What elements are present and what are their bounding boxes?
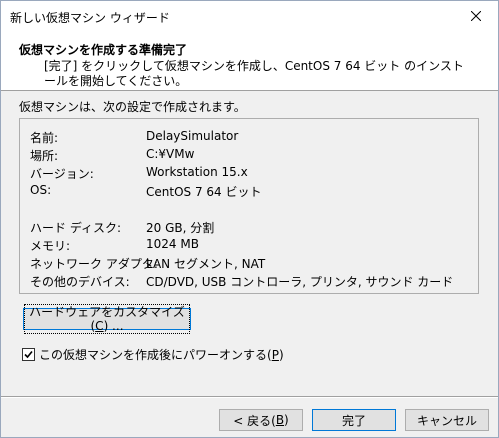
- finish-button[interactable]: 完了: [312, 409, 396, 431]
- summary-value-name: DelaySimulator: [146, 129, 239, 143]
- wizard-window: 新しい仮想マシン ウィザード 仮想マシンを作成する準備完了 [完了] をクリック…: [0, 0, 499, 438]
- summary-value-devices: CD/DVD, USB コントローラ, プリンタ, サウンド カード: [146, 275, 454, 289]
- summary-label: 仮想マシンは、次の設定で作成されます。: [19, 100, 246, 114]
- summary-value-network: LAN セグメント, NAT: [146, 257, 266, 271]
- window-title: 新しい仮想マシン ウィザード: [10, 11, 170, 25]
- summary-box: 名前: DelaySimulator 場所: C:¥VMw バージョン: Wor…: [19, 118, 479, 294]
- summary-key-name: 名前:: [30, 131, 59, 145]
- summary-key-network: ネットワーク アダプタ:: [30, 257, 158, 271]
- summary-key-memory: メモリ:: [30, 239, 71, 253]
- customize-label-suffix: ) ...: [103, 319, 124, 333]
- back-label-suffix: ): [284, 413, 289, 427]
- back-button[interactable]: < 戻る(B): [219, 409, 303, 431]
- cancel-label: キャンセル: [416, 413, 477, 428]
- power-on-accel: P: [271, 348, 279, 362]
- customize-hardware-button[interactable]: ハードウェアをカスタマイズ(C) ...: [23, 304, 191, 334]
- back-label-prefix: < 戻る(: [233, 413, 276, 428]
- summary-value-os: CentOS 7 64 ビット: [146, 185, 262, 199]
- power-on-label: この仮想マシンを作成後にパワーオンする(P): [39, 346, 284, 363]
- title-bar: 新しい仮想マシン ウィザード: [1, 1, 498, 31]
- summary-value-memory: 1024 MB: [146, 237, 199, 251]
- cancel-button[interactable]: キャンセル: [405, 409, 489, 431]
- close-icon[interactable]: [454, 1, 498, 31]
- power-on-checkbox[interactable]: [22, 348, 35, 361]
- back-accel: B: [275, 413, 285, 427]
- finish-label: 完了: [341, 413, 366, 428]
- customize-accel: C: [95, 319, 104, 333]
- summary-value-location: C:¥VMw: [146, 147, 195, 161]
- footer-separator: [1, 396, 498, 398]
- header-description: [完了] をクリックして仮想マシンを作成し、CentOS 7 64 ビット のイ…: [44, 59, 464, 88]
- power-on-label-suffix: ): [278, 348, 284, 362]
- summary-key-location: 場所:: [30, 149, 59, 163]
- summary-key-version: バージョン:: [30, 167, 94, 181]
- summary-value-version: Workstation 15.x: [146, 165, 248, 179]
- checkmark-icon: [24, 350, 33, 359]
- power-on-option[interactable]: この仮想マシンを作成後にパワーオンする(P): [22, 346, 284, 363]
- power-on-label-prefix: この仮想マシンを作成後にパワーオンする(: [39, 348, 272, 362]
- summary-value-disk: 20 GB, 分割: [146, 221, 215, 235]
- header-panel: 仮想マシンを作成する準備完了 [完了] をクリックして仮想マシンを作成し、Cen…: [1, 31, 498, 91]
- summary-key-disk: ハード ディスク:: [30, 221, 122, 235]
- header-title: 仮想マシンを作成する準備完了: [19, 43, 188, 57]
- summary-key-devices: その他のデバイス:: [30, 275, 130, 289]
- summary-key-os: OS:: [30, 183, 52, 197]
- focus-rect: ハードウェアをカスタマイズ(C) ...: [24, 304, 190, 334]
